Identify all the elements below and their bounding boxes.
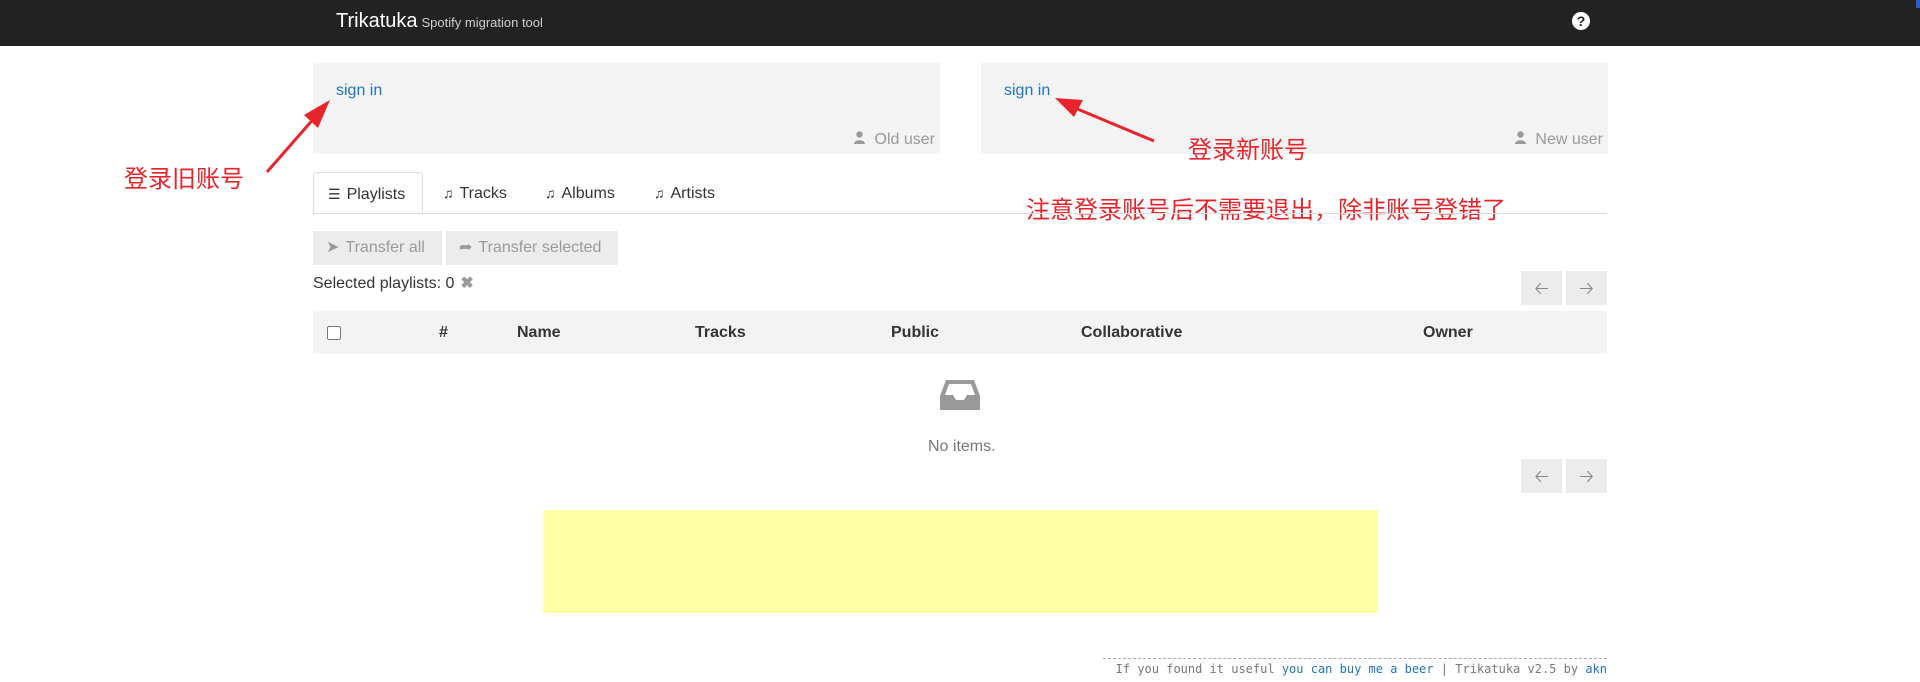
- column-number: #: [439, 324, 448, 341]
- clear-selection-icon[interactable]: ✖: [460, 275, 473, 292]
- tab-albums[interactable]: ♫ Albums: [531, 172, 629, 213]
- footer: If you found it useful you can buy me a …: [1103, 658, 1607, 676]
- select-all-checkbox[interactable]: [327, 326, 341, 340]
- arrow-left-icon: 🡠: [1534, 278, 1549, 298]
- empty-state-text: No items.: [928, 438, 996, 455]
- tab-playlists-label: Playlists: [346, 186, 406, 203]
- music-icon: ♫: [654, 185, 665, 201]
- tab-tracks[interactable]: ♫ Tracks: [429, 172, 521, 213]
- new-user-sign-in-link[interactable]: sign in: [1004, 82, 1050, 100]
- send-outline-icon: ➦: [459, 239, 473, 256]
- playlists-table-header: # Name Tracks Public Collaborative Owner: [313, 311, 1607, 354]
- app-subtitle: Spotify migration tool: [421, 15, 543, 30]
- send-icon: ➤: [326, 239, 340, 256]
- selected-playlists-status: Selected playlists: 0 ✖: [313, 273, 474, 293]
- selected-playlists-label: Selected playlists:: [313, 275, 442, 292]
- user-icon: [854, 131, 869, 148]
- annotation-login-old: 登录旧账号: [124, 165, 244, 193]
- column-name: Name: [517, 324, 561, 341]
- arrow-left-icon: 🡠: [1534, 466, 1549, 486]
- music-icon: ♫: [443, 185, 454, 201]
- footer-separator: |: [1440, 662, 1449, 676]
- transfer-all-button[interactable]: ➤ Transfer all: [313, 231, 442, 265]
- tab-playlists[interactable]: ☰ Playlists: [313, 172, 423, 213]
- tab-tracks[interactable]: [741, 172, 769, 213]
- top-navbar: Trikatuka Spotify migration tool ?: [0, 0, 1920, 46]
- next-page-button-top[interactable]: 🡢: [1566, 271, 1607, 305]
- old-user-sign-in-link[interactable]: sign in: [336, 82, 382, 100]
- transfer-selected-button[interactable]: ➦ Transfer selected: [446, 231, 618, 265]
- arrow-right-icon: 🡢: [1579, 466, 1594, 486]
- old-user-panel: sign in Old user: [313, 63, 940, 154]
- inbox-icon: [940, 378, 980, 417]
- tab-artists-label: Artists: [670, 185, 715, 202]
- app-title: Trikatuka: [336, 10, 418, 32]
- transfer-all-label: Transfer all: [345, 239, 425, 256]
- music-icon: ♫: [545, 185, 556, 201]
- new-user-label-text: New user: [1535, 131, 1603, 148]
- ad-banner[interactable]: [543, 510, 1378, 613]
- annotation-login-new: 登录新账号: [1188, 136, 1308, 164]
- next-page-button-bottom[interactable]: 🡢: [1566, 459, 1607, 493]
- list-icon: ☰: [328, 186, 341, 202]
- tab-albums-label: Albums: [561, 185, 615, 202]
- window-edge-marker: [1916, 0, 1920, 8]
- app-brand[interactable]: Trikatuka Spotify migration tool: [336, 10, 543, 33]
- help-icon[interactable]: ?: [1572, 12, 1590, 30]
- author-link[interactable]: akn: [1585, 662, 1607, 676]
- prev-page-button-top[interactable]: 🡠: [1521, 271, 1562, 305]
- tab-tracks-label: Tracks: [459, 185, 507, 202]
- footer-prefix: If you found it useful: [1115, 662, 1275, 676]
- column-public: Public: [891, 324, 940, 341]
- footer-version: Trikatuka v2.5 by: [1455, 662, 1579, 676]
- prev-page-button-bottom[interactable]: 🡠: [1521, 459, 1562, 493]
- column-collaborative: Collaborative: [1081, 324, 1183, 341]
- new-user-label: New user: [1514, 131, 1603, 149]
- column-owner: Owner: [1423, 324, 1473, 341]
- tab-artists[interactable]: ♫ Artists: [640, 172, 729, 213]
- column-tracks: Tracks: [695, 324, 746, 341]
- arrow-right-icon: 🡢: [1579, 278, 1594, 298]
- selected-playlists-count: 0: [445, 275, 455, 292]
- old-user-label-text: Old user: [874, 131, 935, 148]
- transfer-selected-label: Transfer selected: [478, 239, 602, 256]
- old-user-label: Old user: [854, 131, 935, 149]
- user-icon: [1514, 131, 1530, 148]
- buy-beer-link[interactable]: you can buy me a beer: [1282, 662, 1434, 676]
